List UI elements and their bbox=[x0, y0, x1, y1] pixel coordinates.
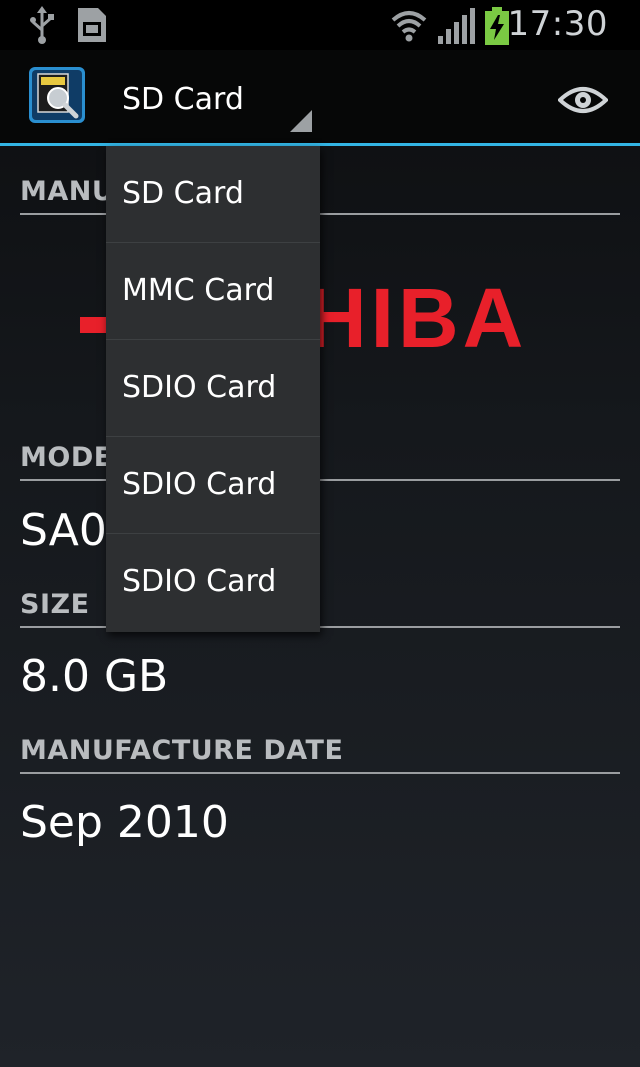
card-type-dropdown: SD Card MMC Card SDIO Card SDIO Card SDI… bbox=[106, 146, 320, 632]
status-bar: 17:30 bbox=[0, 0, 640, 50]
dropdown-item-sd-card[interactable]: SD Card bbox=[106, 146, 320, 243]
wifi-icon bbox=[391, 11, 427, 42]
dropdown-item-label: SDIO Card bbox=[122, 564, 277, 599]
manufacture-date-title: MANUFACTURE DATE bbox=[20, 735, 344, 766]
manufacturer-logo-text: HIBA bbox=[306, 271, 528, 365]
model-value: SA0 bbox=[20, 505, 107, 556]
size-value: 8.0 GB bbox=[20, 651, 169, 702]
dropdown-item-sdio-card[interactable]: SDIO Card bbox=[106, 534, 320, 631]
dropdown-item-label: SD Card bbox=[122, 176, 244, 211]
manufacture-date-section: MANUFACTURE DATE bbox=[20, 735, 620, 774]
divider bbox=[20, 772, 620, 774]
spinner-arrow-icon[interactable] bbox=[290, 110, 312, 132]
usb-icon bbox=[30, 6, 54, 44]
manufacture-date-value: Sep 2010 bbox=[20, 797, 229, 848]
sd-card-scanner-icon[interactable] bbox=[28, 66, 86, 124]
sd-card-icon bbox=[78, 8, 106, 42]
dropdown-item-sdio-card[interactable]: SDIO Card bbox=[106, 437, 320, 534]
eye-icon[interactable] bbox=[558, 84, 608, 116]
action-bar-divider bbox=[0, 143, 640, 146]
dropdown-item-sdio-card[interactable]: SDIO Card bbox=[106, 340, 320, 437]
clock: 17:30 bbox=[507, 4, 608, 44]
dropdown-item-label: SDIO Card bbox=[122, 370, 277, 405]
dropdown-item-mmc-card[interactable]: MMC Card bbox=[106, 243, 320, 340]
dropdown-item-label: MMC Card bbox=[122, 273, 275, 308]
action-bar bbox=[0, 50, 640, 143]
card-type-spinner[interactable]: SD Card bbox=[122, 82, 244, 117]
battery-charging-icon bbox=[485, 7, 509, 45]
dropdown-item-label: SDIO Card bbox=[122, 467, 277, 502]
signal-icon bbox=[438, 8, 475, 44]
